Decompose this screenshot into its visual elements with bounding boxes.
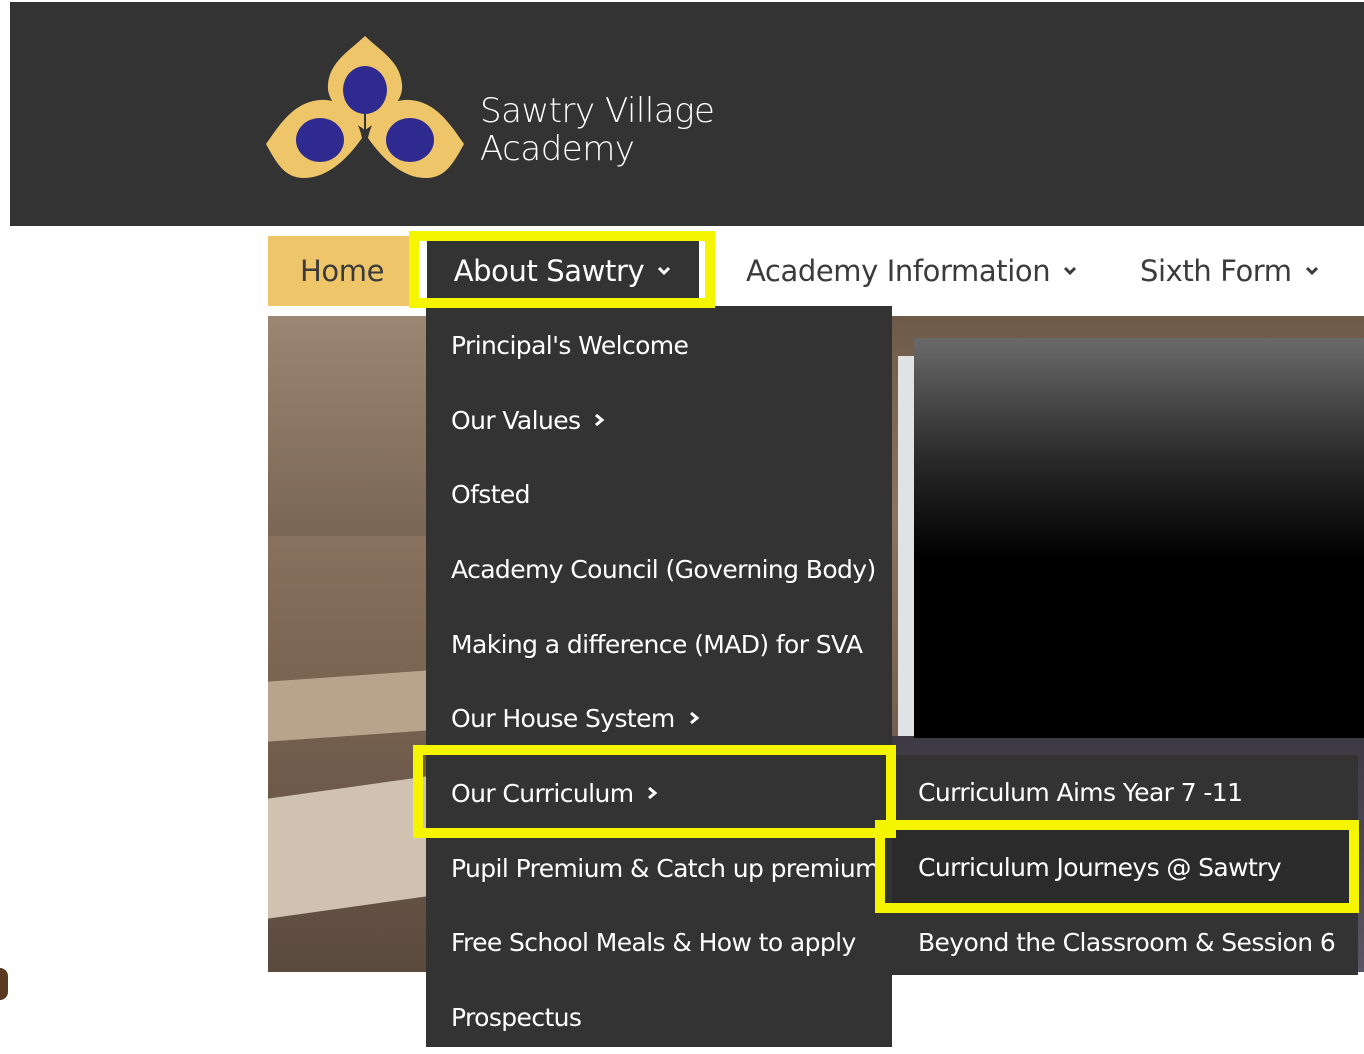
submenu-item-curriculum-journeys[interactable]: Curriculum Journeys @ Sawtry [892,830,1358,904]
menu-item-label: Academy Council (Governing Body) [451,554,876,584]
nav-academy-information[interactable]: Academy Information [746,236,1078,306]
menu-item-label: Making a difference (MAD) for SVA [451,629,863,659]
menu-item-label: Ofsted [451,479,531,509]
nav-sixth-form[interactable]: Sixth Form [1140,236,1320,306]
chevron-right-icon [648,786,658,800]
menu-item-label: Our Values [451,405,581,435]
curriculum-submenu: Curriculum Aims Year 7 -11 Curriculum Jo… [892,755,1358,975]
edge-fragment [0,968,8,1000]
chevron-down-icon [1064,266,1077,276]
menu-item-ofsted[interactable]: Ofsted [426,457,892,531]
submenu-item-label: Curriculum Aims Year 7 -11 [918,777,1243,807]
nav-academy-label: Academy Information [746,254,1051,288]
menu-item-label: Pupil Premium & Catch up premium [451,853,879,883]
menu-item-label: Prospectus [451,1002,582,1032]
submenu-item-curriculum-aims[interactable]: Curriculum Aims Year 7 -11 [892,755,1358,829]
menu-item-prospectus[interactable]: Prospectus [426,980,892,1054]
chevron-down-icon [1305,266,1318,276]
site-name[interactable]: Sawtry Village Academy [480,91,715,169]
menu-item-principals-welcome[interactable]: Principal's Welcome [426,308,892,382]
site-name-line2: Academy [480,129,635,169]
nav-home-label: Home [299,254,385,288]
menu-item-label: Our Curriculum [451,778,634,808]
menu-item-label: Principal's Welcome [451,330,689,360]
trefoil-logo-icon[interactable] [258,32,472,186]
chevron-down-icon [658,266,671,276]
menu-item-label: Our House System [451,703,675,733]
chevron-right-icon [595,413,605,427]
main-nav: Home About Sawtry Academy Information Si… [268,236,1364,306]
nav-about-label: About Sawtry [453,254,645,288]
menu-item-our-values[interactable]: Our Values [426,383,892,457]
about-dropdown-menu: Principal's Welcome Our Values Ofsted Ac… [426,306,892,1047]
menu-item-label: Free School Meals & How to apply [451,927,856,957]
menu-item-academy-council[interactable]: Academy Council (Governing Body) [426,532,892,606]
menu-item-our-curriculum[interactable]: Our Curriculum [426,756,892,830]
menu-item-free-school-meals[interactable]: Free School Meals & How to apply [426,905,892,979]
nav-sixth-label: Sixth Form [1140,254,1292,288]
chevron-right-icon [689,711,700,725]
site-name-line1: Sawtry Village [480,91,715,131]
submenu-item-beyond-the-classroom[interactable]: Beyond the Classroom & Session 6 [892,905,1358,979]
nav-about-sawtry[interactable]: About Sawtry [427,236,699,306]
submenu-item-label: Beyond the Classroom & Session 6 [918,927,1336,957]
nav-home[interactable]: Home [268,236,416,306]
menu-item-pupil-premium[interactable]: Pupil Premium & Catch up premium [426,831,892,905]
menu-item-our-house-system[interactable]: Our House System [426,681,892,755]
video-overlay[interactable] [914,338,1364,738]
submenu-item-label: Curriculum Journeys @ Sawtry [918,852,1282,882]
menu-item-making-a-difference[interactable]: Making a difference (MAD) for SVA [426,607,892,681]
